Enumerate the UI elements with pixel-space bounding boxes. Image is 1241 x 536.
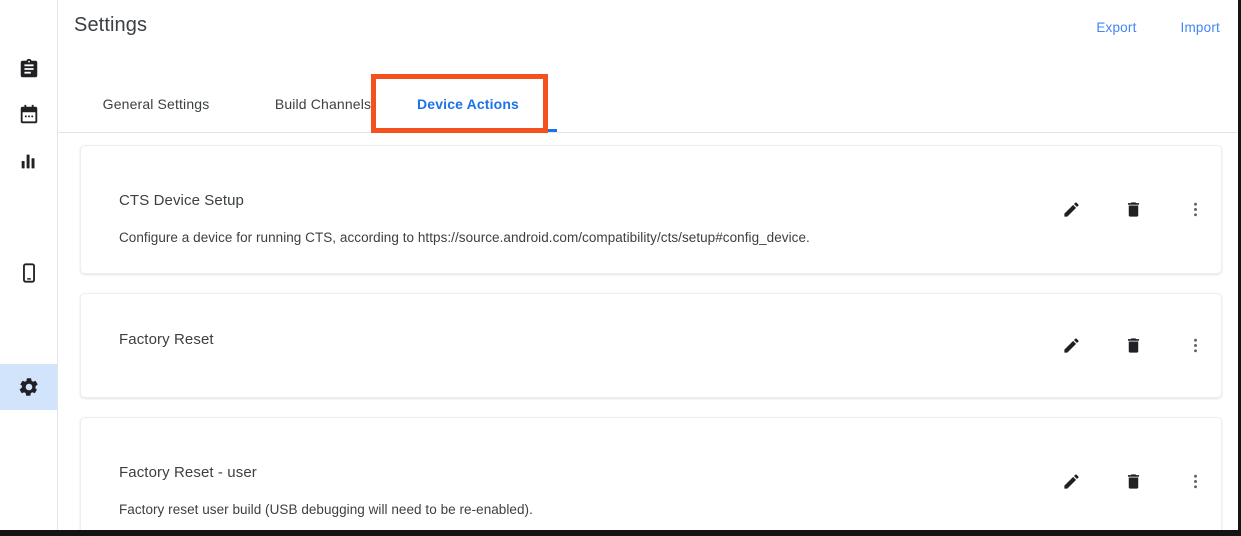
bar-chart-icon <box>18 150 40 172</box>
trash-icon <box>1124 336 1143 355</box>
edit-button[interactable] <box>1059 198 1083 222</box>
tab-device-actions[interactable]: Device Actions <box>373 75 563 132</box>
more-options-button[interactable] <box>1183 198 1207 222</box>
export-button[interactable]: Export <box>1092 18 1140 37</box>
edit-button[interactable] <box>1059 470 1083 494</box>
smartphone-icon <box>18 262 40 284</box>
edit-button[interactable] <box>1059 334 1083 358</box>
device-action-card[interactable]: Factory Reset <box>80 293 1222 398</box>
sidebar-item-devices[interactable] <box>0 250 57 296</box>
device-action-controls <box>1059 198 1207 222</box>
tab-bar: General Settings Build Channels Device A… <box>58 75 1238 133</box>
device-action-card[interactable]: CTS Device Setup Configure a device for … <box>80 145 1222 274</box>
device-action-controls <box>1059 470 1207 494</box>
sidebar-item-settings[interactable] <box>0 364 57 410</box>
tab-general-settings[interactable]: General Settings <box>76 75 236 132</box>
device-action-controls <box>1059 334 1207 358</box>
trash-icon <box>1124 200 1143 219</box>
sidebar-item-schedules[interactable] <box>0 92 57 138</box>
delete-button[interactable] <box>1121 198 1145 222</box>
more-vertical-icon <box>1186 336 1205 355</box>
device-action-card[interactable]: Factory Reset - user Factory reset user … <box>80 417 1222 530</box>
more-vertical-icon <box>1186 200 1205 219</box>
app-window: Settings Export Import General Settings … <box>0 0 1241 536</box>
more-vertical-icon <box>1186 472 1205 491</box>
edit-icon <box>1062 472 1081 491</box>
delete-button[interactable] <box>1121 470 1145 494</box>
main-content: Settings Export Import General Settings … <box>58 0 1238 530</box>
more-options-button[interactable] <box>1183 334 1207 358</box>
gear-icon <box>18 376 40 398</box>
clipboard-icon <box>18 58 40 80</box>
device-action-description: Configure a device for running CTS, acco… <box>119 230 810 245</box>
header-actions: Export Import <box>1092 18 1224 37</box>
more-options-button[interactable] <box>1183 470 1207 494</box>
calendar-icon <box>18 104 40 126</box>
page-title: Settings <box>74 14 148 36</box>
sidebar-item-reports[interactable] <box>0 138 57 184</box>
edit-icon <box>1062 200 1081 219</box>
delete-button[interactable] <box>1121 334 1145 358</box>
trash-icon <box>1124 472 1143 491</box>
device-actions-list: CTS Device Setup Configure a device for … <box>58 133 1238 530</box>
sidebar-nav <box>0 0 58 530</box>
device-action-title: Factory Reset - user <box>119 464 257 481</box>
device-action-description: Factory reset user build (USB debugging … <box>119 502 533 517</box>
device-action-title: CTS Device Setup <box>119 192 244 209</box>
edit-icon <box>1062 336 1081 355</box>
device-action-title: Factory Reset <box>119 331 214 348</box>
sidebar-item-test-runs[interactable] <box>0 46 57 92</box>
page-header: Settings Export Import <box>58 0 1238 75</box>
import-button[interactable]: Import <box>1177 18 1224 37</box>
